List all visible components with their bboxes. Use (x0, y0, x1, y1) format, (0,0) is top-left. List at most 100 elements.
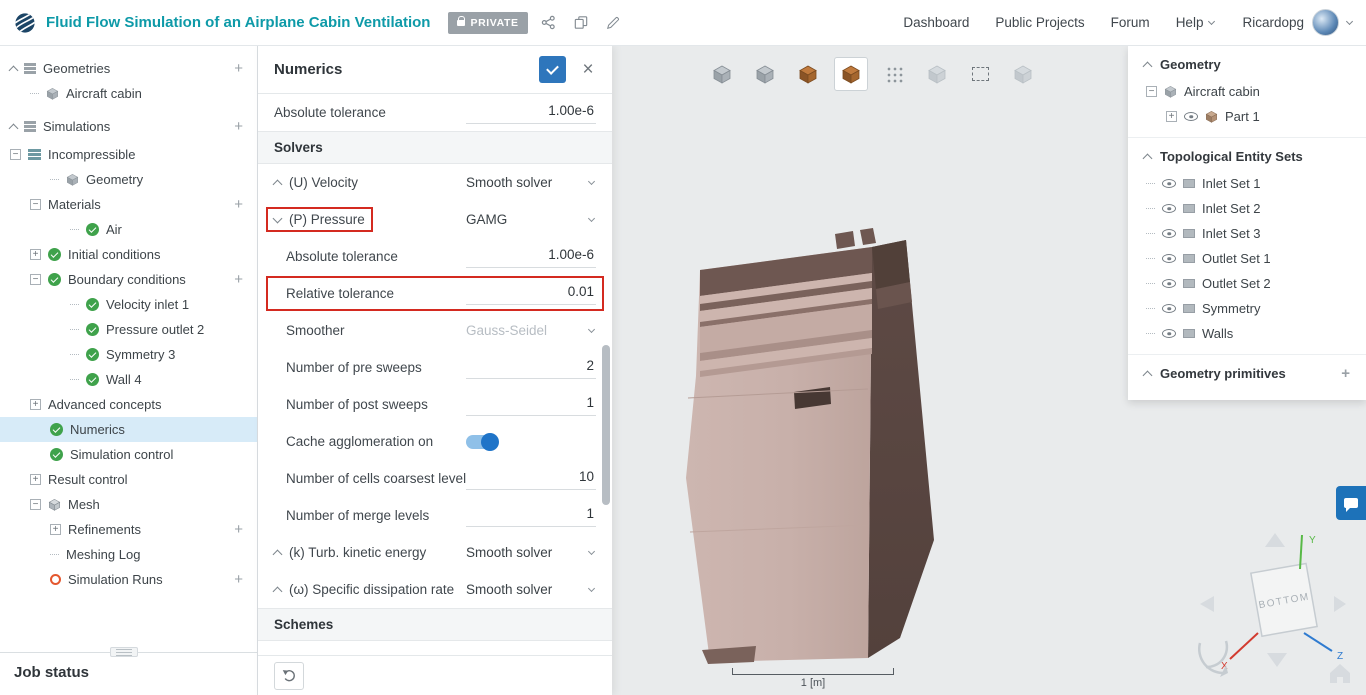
rotate-down-arrow[interactable] (1267, 653, 1287, 667)
setting-select[interactable]: Smooth solver (464, 175, 596, 190)
setting-input[interactable]: 1.00e-6 (466, 245, 596, 268)
tree-item-incompressible[interactable]: Incompressible (0, 142, 257, 167)
tree-item-velocity-inlet-1[interactable]: Velocity inlet 1 (0, 292, 257, 317)
setting-select[interactable]: GAMG (464, 212, 596, 227)
view-grid-icon[interactable] (877, 57, 911, 91)
collapse-caret-icon[interactable] (8, 65, 19, 76)
numerics-scrollbar[interactable] (602, 98, 610, 651)
avatar[interactable] (1312, 9, 1339, 36)
expand-plus-icon[interactable] (1166, 111, 1177, 122)
setting-select[interactable]: Gauss-Seidel (464, 323, 596, 338)
rotate-left-arrow[interactable] (1200, 596, 1214, 612)
panel-item-inlet-set-1[interactable]: Inlet Set 1 (1128, 171, 1366, 196)
view-solid-icon[interactable] (748, 57, 782, 91)
view-volumes-icon[interactable] (834, 57, 868, 91)
panel-item-inlet-set-3[interactable]: Inlet Set 3 (1128, 221, 1366, 246)
tree-item-mesh[interactable]: Mesh (0, 492, 257, 517)
tree-item-advanced-concepts[interactable]: Advanced concepts (0, 392, 257, 417)
tree-item-numerics[interactable]: Numerics (0, 417, 257, 442)
panel-item-part-1[interactable]: Part 1 (1128, 104, 1366, 129)
panel-item-inlet-set-2[interactable]: Inlet Set 2 (1128, 196, 1366, 221)
view-transparent-icon[interactable] (920, 57, 954, 91)
setting-input[interactable]: 10 (466, 467, 597, 490)
collapse-minus-icon[interactable] (30, 199, 41, 210)
nav-cube[interactable]: BOTTOM (1249, 562, 1318, 638)
collapse-caret-icon[interactable] (272, 179, 283, 190)
tree-item-wall-4[interactable]: Wall 4 (0, 367, 257, 392)
user-menu[interactable]: Ricardopg (1242, 9, 1354, 36)
visibility-eye-icon[interactable] (1162, 229, 1176, 238)
add-button[interactable] (1337, 366, 1354, 381)
setting-input[interactable]: 1 (466, 393, 596, 416)
setting-select[interactable]: Smooth solver (464, 545, 596, 560)
apply-settings-button[interactable] (539, 56, 566, 83)
visibility-eye-icon[interactable] (1162, 279, 1176, 288)
edit-pencil-icon[interactable] (602, 12, 624, 34)
tree-item-result-control[interactable]: Result control (0, 467, 257, 492)
panel-item-walls[interactable]: Walls (1128, 321, 1366, 346)
rotate-right-arrow[interactable] (1334, 596, 1346, 612)
panel-item-outlet-set-2[interactable]: Outlet Set 2 (1128, 271, 1366, 296)
add-button[interactable] (230, 61, 247, 76)
nav-help[interactable]: Help (1176, 15, 1216, 30)
tree-item-symmetry-3[interactable]: Symmetry 3 (0, 342, 257, 367)
expand-plus-icon[interactable] (30, 399, 41, 410)
tree-item-boundary-conditions[interactable]: Boundary conditions (0, 267, 257, 292)
rotate-up-arrow[interactable] (1265, 533, 1285, 547)
expand-plus-icon[interactable] (50, 524, 61, 535)
collapse-minus-icon[interactable] (30, 274, 41, 285)
scrollbar-thumb[interactable] (602, 345, 610, 505)
nav-public-projects[interactable]: Public Projects (995, 15, 1084, 30)
tree-item-geometries[interactable]: Geometries (0, 56, 257, 81)
collapse-minus-icon[interactable] (30, 499, 41, 510)
tree-item-air[interactable]: Air (0, 217, 257, 242)
tree-item-pressure-outlet-2[interactable]: Pressure outlet 2 (0, 317, 257, 342)
nav-dashboard[interactable]: Dashboard (903, 15, 969, 30)
visibility-eye-icon[interactable] (1162, 179, 1176, 188)
add-button[interactable] (230, 272, 247, 287)
tree-item-simulations[interactable]: Simulations (0, 114, 257, 139)
setting-input[interactable]: 1.00e-6 (466, 101, 596, 124)
view-mesh-icon[interactable] (1006, 57, 1040, 91)
section-header-geometry-primitives[interactable]: Geometry primitives (1128, 357, 1366, 388)
collapse-minus-icon[interactable] (1146, 86, 1157, 97)
visibility-eye-icon[interactable] (1162, 304, 1176, 313)
tree-item-meshing-log[interactable]: Meshing Log (0, 542, 257, 567)
setting-input[interactable]: 2 (466, 356, 596, 379)
panel-item-symmetry[interactable]: Symmetry (1128, 296, 1366, 321)
visibility-eye-icon[interactable] (1162, 254, 1176, 263)
tree-item-aircraft-cabin[interactable]: Aircraft cabin (0, 81, 257, 106)
collapse-caret-icon[interactable] (272, 213, 283, 224)
expand-plus-icon[interactable] (30, 249, 41, 260)
collapse-caret-icon[interactable] (1142, 370, 1153, 381)
tree-item-simulation-runs[interactable]: Simulation Runs (0, 567, 257, 592)
setting-input[interactable]: 0.01 (466, 282, 596, 305)
visibility-eye-icon[interactable] (1162, 329, 1176, 338)
nav-forum[interactable]: Forum (1111, 15, 1150, 30)
collapse-caret-icon[interactable] (272, 549, 283, 560)
view-surfaces-icon[interactable] (791, 57, 825, 91)
collapse-caret-icon[interactable] (272, 586, 283, 597)
undo-button[interactable] (274, 661, 304, 690)
collapse-caret-icon[interactable] (1142, 61, 1153, 72)
add-button[interactable] (230, 522, 247, 537)
tree-item-geometry[interactable]: Geometry (0, 167, 257, 192)
box-select-icon[interactable] (963, 57, 997, 91)
close-panel-button[interactable]: × (576, 58, 600, 82)
panel-item-aircraft-cabin[interactable]: Aircraft cabin (1128, 79, 1366, 104)
add-button[interactable] (230, 119, 247, 134)
tree-item-simulation-control[interactable]: Simulation control (0, 442, 257, 467)
collapse-caret-icon[interactable] (1142, 153, 1153, 164)
home-view-icon[interactable] (1330, 664, 1350, 683)
setting-select[interactable]: Smooth solver (464, 582, 596, 597)
visibility-eye-icon[interactable] (1162, 204, 1176, 213)
comments-button[interactable] (1336, 486, 1366, 520)
section-header-geometry[interactable]: Geometry (1128, 48, 1366, 79)
collapse-minus-icon[interactable] (10, 149, 21, 160)
share-icon[interactable] (538, 12, 560, 34)
add-button[interactable] (230, 197, 247, 212)
sidebar-collapse-handle[interactable] (110, 647, 138, 657)
panel-item-outlet-set-1[interactable]: Outlet Set 1 (1128, 246, 1366, 271)
section-header-topological-entity-sets[interactable]: Topological Entity Sets (1128, 140, 1366, 171)
collapse-caret-icon[interactable] (8, 123, 19, 134)
